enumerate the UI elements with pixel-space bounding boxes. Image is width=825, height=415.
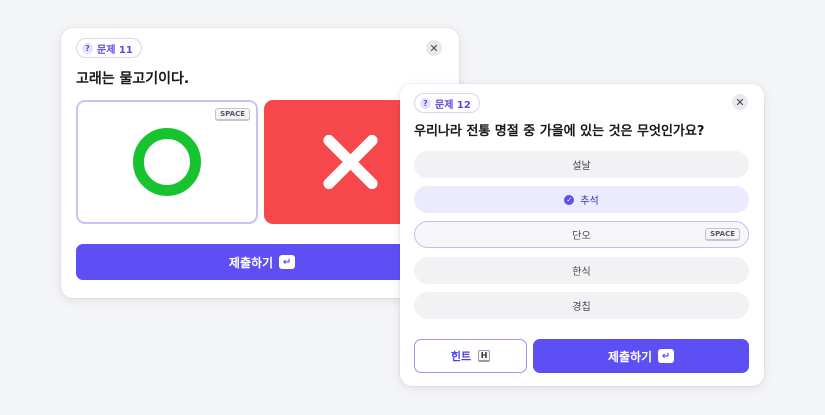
choice-option[interactable]: 설날: [414, 151, 749, 178]
close-button[interactable]: ✕: [426, 40, 442, 56]
enter-key-icon: ↵: [279, 255, 296, 269]
question-icon: ?: [82, 42, 93, 54]
choice-label: 경칩: [572, 302, 591, 313]
choice-label: 한식: [572, 267, 591, 278]
hint-label: 힌트: [450, 350, 472, 363]
question-icon: ?: [420, 97, 431, 109]
choice-label: 추석: [580, 196, 599, 207]
close-button[interactable]: ✕: [732, 94, 748, 110]
choice-label: 설날: [572, 161, 591, 172]
question-text: 고래는 물고기이다.: [76, 71, 190, 87]
submit-label: 제출하기: [228, 255, 274, 270]
circle-o-icon: [133, 128, 201, 196]
choice-option-focused[interactable]: 단오 SPACE: [414, 221, 749, 248]
close-icon: ✕: [429, 41, 439, 55]
close-icon: ✕: [735, 95, 745, 109]
check-circle-icon: ✓: [564, 194, 575, 205]
choice-option[interactable]: 한식: [414, 257, 749, 284]
submit-button[interactable]: 제출하기 ↵: [76, 244, 448, 280]
space-key-hint: SPACE: [705, 228, 740, 241]
option-true[interactable]: SPACE: [76, 100, 258, 224]
x-mark-icon: [316, 128, 384, 196]
hint-key-icon: H: [478, 350, 491, 362]
choice-option[interactable]: 경칩: [414, 292, 749, 319]
question-badge: ? 문제 11: [76, 38, 142, 58]
quiz-card-multiple-choice: ? 문제 12 ✕ 우리나라 전통 명절 중 가을에 있는 것은 무엇인가요? …: [400, 84, 764, 386]
submit-label: 제출하기: [607, 349, 653, 364]
question-badge: ? 문제 12: [414, 93, 480, 113]
question-number: 문제 11: [97, 44, 133, 56]
enter-key-icon: ↵: [658, 349, 675, 363]
question-text: 우리나라 전통 명절 중 가을에 있는 것은 무엇인가요?: [414, 124, 705, 139]
choice-option-selected[interactable]: ✓ 추석: [414, 186, 749, 213]
question-number: 문제 12: [435, 99, 471, 111]
hint-button[interactable]: 힌트 H: [414, 339, 527, 373]
choice-label: 단오: [572, 231, 591, 242]
submit-button[interactable]: 제출하기 ↵: [533, 339, 749, 373]
space-key-hint: SPACE: [215, 108, 250, 121]
